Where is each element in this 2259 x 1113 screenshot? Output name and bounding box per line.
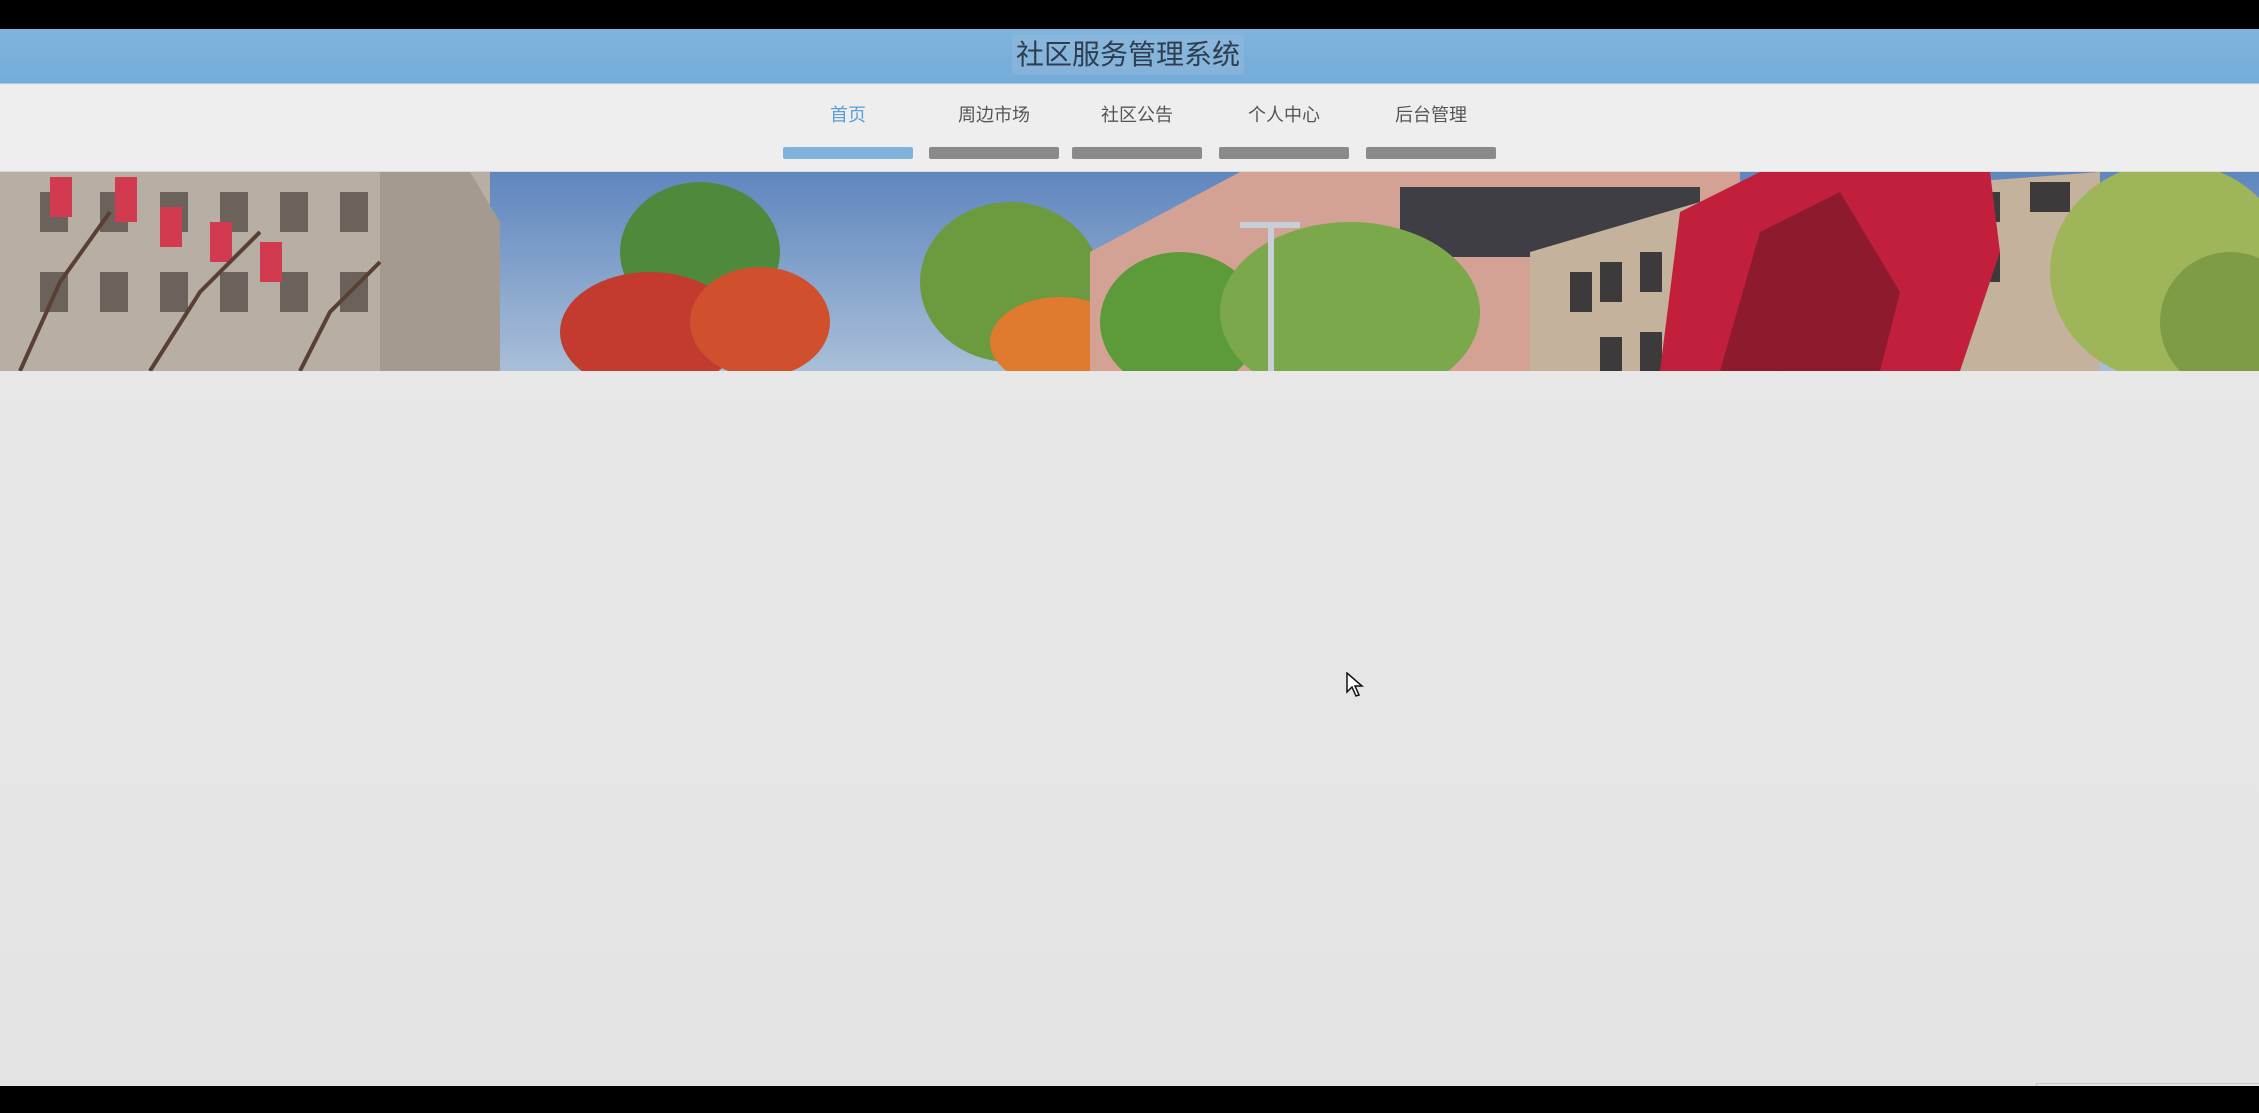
mouse-cursor-icon	[1346, 671, 1365, 702]
nav-underline	[929, 147, 1059, 159]
campus-scene-illustration	[0, 172, 2259, 371]
input-method-toolbar: Q 中 ☽ °, ⌨ ✣ ✎	[2036, 1083, 2259, 1086]
nav-underline	[1366, 147, 1496, 159]
nav-item-announcements[interactable]: 社区公告	[1072, 103, 1202, 159]
nav-item-admin[interactable]: 后台管理	[1366, 103, 1496, 159]
screen: 社区服务管理系统 首页 周边市场 社区公告 个人中心 后台管理	[0, 0, 2259, 1113]
nav-item-home[interactable]: 首页	[783, 103, 913, 159]
nav-item-label: 社区公告	[1101, 105, 1173, 126]
nav-item-label: 首页	[830, 105, 866, 126]
nav-item-market[interactable]: 周边市场	[929, 103, 1059, 159]
nav-item-label: 后台管理	[1395, 105, 1467, 126]
title-bar: 社区服务管理系统	[0, 29, 2259, 83]
nav-underline	[1072, 147, 1202, 159]
nav-item-label: 周边市场	[958, 105, 1030, 126]
nav-underline	[783, 147, 913, 159]
site-title: 社区服务管理系统	[1012, 35, 1245, 75]
nav-underline	[1219, 147, 1349, 159]
nav-item-personal-center[interactable]: 个人中心	[1219, 103, 1349, 159]
browser-viewport: 社区服务管理系统 首页 周边市场 社区公告 个人中心 后台管理	[0, 29, 2259, 1086]
nav-item-label: 个人中心	[1248, 105, 1320, 126]
nav-bar: 首页 周边市场 社区公告 个人中心 后台管理	[0, 85, 2259, 172]
banner-image	[0, 172, 2259, 371]
